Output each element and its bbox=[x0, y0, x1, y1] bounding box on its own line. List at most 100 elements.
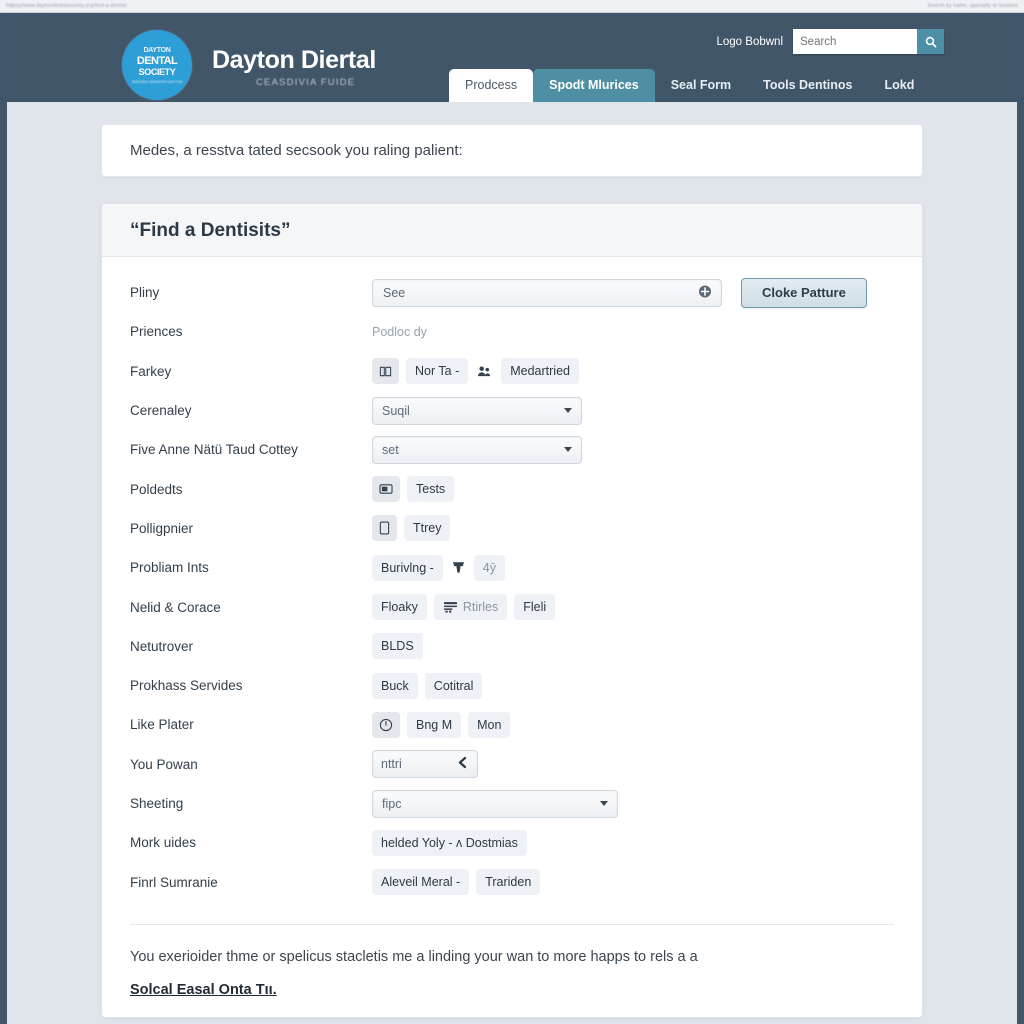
chip-label: Aleveil Meral - bbox=[381, 875, 461, 890]
chip-icon-button[interactable] bbox=[372, 476, 400, 503]
browser-url-text: httpsy//www.daytondentalsociety.org/find… bbox=[6, 3, 127, 9]
form-row: Pliny See Cloke Patture bbox=[130, 273, 894, 312]
form-row-label: Mork uides bbox=[130, 835, 197, 851]
chip-button[interactable]: Floaky bbox=[372, 594, 427, 621]
browser-chrome-strip: httpsy//www.daytondentalsociety.org/find… bbox=[0, 0, 1024, 13]
chip-button[interactable]: Fleli bbox=[514, 594, 556, 621]
chip-label: Rtirles bbox=[462, 600, 499, 615]
logo-line-1: DAYTON bbox=[143, 46, 171, 54]
chip-button[interactable]: Bng M bbox=[407, 711, 462, 738]
chip-button[interactable]: Burivlng - bbox=[372, 554, 443, 581]
chip-label: 4ȳ bbox=[482, 560, 496, 575]
chip-button[interactable]: Nor Ta - bbox=[406, 358, 469, 385]
chevron-down-icon bbox=[564, 447, 572, 453]
cloke-patture-button[interactable]: Cloke Patture bbox=[741, 277, 867, 308]
dropdown-select[interactable]: Suqil bbox=[372, 396, 582, 425]
select-value: Suqil bbox=[382, 403, 410, 418]
form-row-label: Prokhass Servides bbox=[130, 678, 243, 694]
chip-label: Bng M bbox=[416, 717, 453, 732]
tab-tools-dentinos[interactable]: Tools Dentinos bbox=[747, 69, 868, 102]
brand-subtitle: CEASDIVIA FUIDE bbox=[256, 77, 356, 88]
chip-button[interactable]: BLDS bbox=[372, 633, 423, 660]
browser-chrome-right-text: Search by name, specialty or location bbox=[927, 3, 1018, 9]
search-text-input[interactable]: See bbox=[372, 278, 722, 307]
search-input[interactable] bbox=[793, 29, 917, 54]
page-title: “Find a Dentisits” bbox=[130, 220, 291, 241]
chip-button[interactable]: Medartried bbox=[501, 358, 579, 385]
tab-seal-form[interactable]: Seal Form bbox=[655, 69, 747, 102]
chip-label: Trariden bbox=[485, 875, 532, 890]
chip-icon-button[interactable] bbox=[475, 358, 494, 384]
chip-icon-button[interactable] bbox=[372, 711, 400, 738]
chip-button[interactable]: Cotitral bbox=[424, 672, 483, 699]
search-button[interactable] bbox=[917, 29, 944, 54]
tab-prodcess[interactable]: Prodcess bbox=[449, 69, 534, 102]
logo-line-3: SOCIETY bbox=[138, 66, 176, 77]
form-row-control: BLDS bbox=[372, 633, 894, 660]
chip-label: Ttrey bbox=[413, 521, 442, 536]
chip-button[interactable]: Rtirles bbox=[433, 594, 508, 621]
chip-button[interactable]: Buck bbox=[372, 672, 418, 699]
search-form: Pliny See Cloke Patture Priences Podloc dy Fa… bbox=[102, 257, 922, 902]
panel-icon bbox=[379, 484, 393, 494]
form-row-control: Nor Ta - Medartried bbox=[372, 358, 894, 385]
form-row-label: You Powan bbox=[130, 756, 198, 772]
chip-button[interactable]: 4ȳ bbox=[473, 554, 505, 581]
small-text-input[interactable]: nttri bbox=[372, 750, 478, 779]
footer-text: You exerioider thme or spelicus stacleti… bbox=[130, 948, 698, 965]
form-row-label: Pliny bbox=[130, 285, 160, 301]
page-body: Medes, a resstva tated secsook you ralin… bbox=[7, 102, 1017, 1024]
window-frame: DAYTON DENTAL SOCIETY SERVING GREATER DA… bbox=[0, 13, 1024, 1024]
chip-label: Nor Ta - bbox=[415, 364, 460, 379]
chevron-left-icon bbox=[458, 757, 467, 769]
chip-icon-button[interactable] bbox=[372, 515, 397, 542]
form-row-label: Finrl Sumranie bbox=[130, 874, 218, 890]
form-row-label: Farkey bbox=[130, 363, 172, 379]
form-row: Like Plater Bng M Mon bbox=[130, 705, 894, 744]
logo[interactable]: DAYTON DENTAL SOCIETY SERVING GREATER DA… bbox=[122, 30, 192, 100]
dropdown-select[interactable]: fipc bbox=[372, 789, 618, 818]
dropdown-select[interactable]: set bbox=[372, 435, 582, 464]
chip-button[interactable]: Mon bbox=[468, 711, 511, 738]
chip-button[interactable]: Trariden bbox=[476, 869, 541, 896]
chip-label: Burivlng - bbox=[381, 560, 434, 575]
chevron-down-icon bbox=[600, 801, 608, 806]
chevron-down-icon bbox=[564, 408, 572, 414]
form-row-control: fipc bbox=[372, 789, 894, 818]
chip-button[interactable]: Ttrey bbox=[404, 515, 451, 542]
form-row-label: Cerenaley bbox=[130, 403, 192, 419]
form-row-control: Aleveil Meral - Trariden bbox=[372, 869, 894, 896]
form-row: Netutrover BLDS bbox=[130, 627, 894, 666]
logo-circle: DAYTON DENTAL SOCIETY SERVING GREATER DA… bbox=[122, 30, 192, 100]
notice-text: Medes, a resstva tated secsook you ralin… bbox=[130, 142, 463, 159]
chevron-left-icon[interactable] bbox=[456, 756, 469, 772]
brand: Dayton Diertal CEASDIVIA FUIDE bbox=[212, 46, 376, 88]
list-icon bbox=[443, 602, 457, 613]
notice-banner: Medes, a resstva tated secsook you ralin… bbox=[101, 124, 923, 177]
search-box bbox=[793, 29, 944, 54]
chip-button[interactable]: helded Yoly - ʌ Dostmias bbox=[372, 829, 527, 856]
form-row: Priences Podloc dy bbox=[130, 312, 894, 351]
form-row-control: Podloc dy bbox=[372, 325, 894, 339]
form-row: Mork uides helded Yoly - ʌ Dostmias bbox=[130, 823, 894, 862]
form-row: Finrl Sumranie Aleveil Meral - Trariden bbox=[130, 862, 894, 901]
chip-icon-button[interactable] bbox=[450, 555, 467, 581]
logo-line-4: SERVING GREATER DAYTON bbox=[131, 78, 183, 84]
chip-button[interactable]: Tests bbox=[407, 476, 455, 503]
form-row-label: Priences bbox=[130, 324, 183, 340]
form-row: Probliam Ints Burivlng - 4ȳ bbox=[130, 548, 894, 587]
footer-link[interactable]: Solcal Easal Onta Tιι. bbox=[130, 982, 277, 998]
form-row: Prokhass Servides Buck Cotitral bbox=[130, 666, 894, 705]
tab-lokd[interactable]: Lokd bbox=[869, 69, 931, 102]
chip-button[interactable]: Aleveil Meral - bbox=[372, 869, 470, 896]
form-row-label: Like Plater bbox=[130, 717, 194, 733]
chip-label: Floaky bbox=[381, 600, 418, 615]
chip-icon-button[interactable] bbox=[372, 358, 399, 385]
plus-circle-icon[interactable] bbox=[698, 284, 712, 301]
form-row: Five Anne Nätü Taud Cottey set bbox=[130, 430, 894, 469]
document-icon bbox=[379, 521, 390, 535]
account-label[interactable]: Logo Bobwnl bbox=[717, 36, 784, 48]
form-row-control: set bbox=[372, 435, 894, 464]
tab-spodt-mlurices[interactable]: Spodt Mlurices bbox=[533, 69, 655, 102]
screen: httpsy//www.daytondentalsociety.org/find… bbox=[0, 0, 1024, 1024]
